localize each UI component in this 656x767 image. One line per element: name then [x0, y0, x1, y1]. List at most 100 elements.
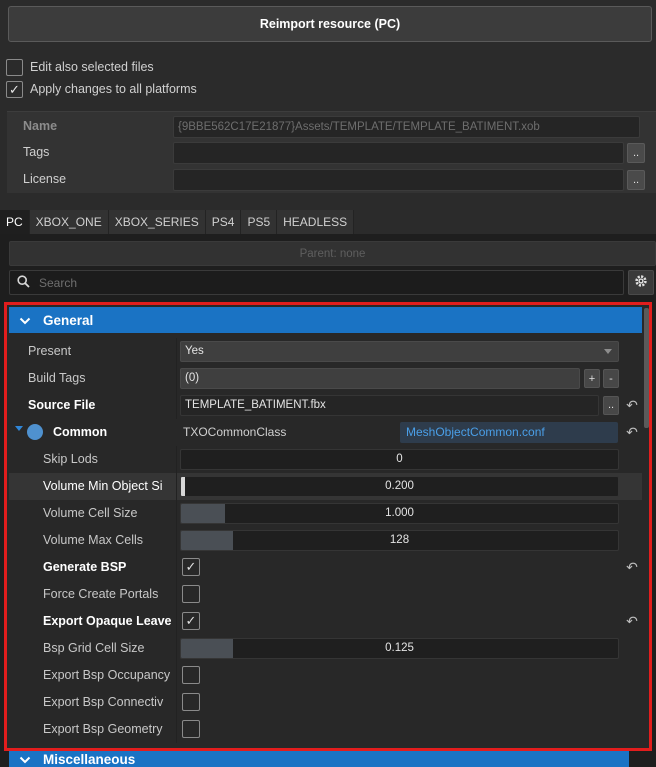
column-divider	[176, 689, 177, 716]
volume-max-value: 128	[389, 534, 410, 546]
column-divider	[176, 608, 177, 635]
general-section-header[interactable]: General	[9, 307, 642, 333]
tab-headless[interactable]: HEADLESS	[277, 210, 355, 234]
bsp-grid-slider[interactable]: 0.125	[180, 638, 619, 659]
bsp-geometry-checkbox[interactable]	[182, 720, 200, 738]
volume-min-label: Volume Min Object Si	[43, 479, 163, 493]
bsp-connectivity-row: Export Bsp Connectiv	[9, 689, 642, 716]
remove-tag-button[interactable]: -	[603, 369, 619, 388]
reset-icon[interactable]: ↶	[624, 397, 640, 413]
license-field[interactable]	[173, 169, 624, 191]
column-divider	[176, 473, 177, 500]
skip-lods-value: 0	[396, 453, 403, 465]
expand-caret-icon[interactable]	[15, 426, 23, 431]
generate-bsp-label: Generate BSP	[43, 560, 127, 574]
bsp-connectivity-label: Export Bsp Connectiv	[43, 695, 164, 709]
export-opaque-row: Export Opaque Leave ✓ ↶	[9, 608, 642, 635]
license-label: License	[23, 172, 67, 186]
parent-field: Parent: none	[9, 241, 656, 266]
tab-pc[interactable]: PC	[0, 210, 30, 234]
volume-cell-slider[interactable]: 1.000	[180, 503, 619, 524]
volume-max-slider[interactable]: 128	[180, 530, 619, 551]
column-divider	[176, 527, 177, 554]
apply-all-label: Apply changes to all platforms	[30, 82, 197, 96]
skip-lods-label: Skip Lods	[43, 452, 98, 466]
chevron-down-icon	[19, 752, 31, 767]
edit-selected-checkbox[interactable]	[6, 58, 23, 76]
tab-ps5[interactable]: PS5	[241, 210, 278, 234]
common-class-icon	[27, 424, 43, 440]
build-tags-row: Build Tags (0) + -	[9, 365, 642, 392]
edit-selected-label: Edit also selected files	[30, 60, 154, 74]
skip-lods-slider[interactable]: 0	[180, 449, 619, 470]
platform-tabs: PC XBOX_ONE XBOX_SERIES PS4 PS5 HEADLESS	[0, 210, 355, 234]
build-tags-field[interactable]: (0)	[180, 368, 580, 389]
tab-ps4[interactable]: PS4	[205, 210, 242, 234]
license-browse-button[interactable]: ..	[627, 170, 645, 190]
slider-fill	[181, 504, 225, 523]
tab-xbox-one[interactable]: XBOX_ONE	[29, 210, 109, 234]
tags-row: Tags ..	[7, 141, 656, 165]
edit-selected-option[interactable]: Edit also selected files	[6, 57, 154, 77]
name-row: Name {9BBE562C17E21877}Assets/TEMPLATE/T…	[7, 115, 656, 139]
search-box	[9, 270, 624, 295]
search-input[interactable]	[39, 275, 599, 290]
tab-xbox-series[interactable]: XBOX_SERIES	[108, 210, 206, 234]
column-divider	[176, 365, 177, 392]
reimport-button[interactable]: Reimport resource (PC)	[8, 6, 652, 42]
export-opaque-checkbox[interactable]: ✓	[182, 612, 200, 630]
gear-icon	[634, 274, 648, 291]
resource-meta: Name {9BBE562C17E21877}Assets/TEMPLATE/T…	[7, 111, 656, 193]
column-divider	[176, 662, 177, 689]
apply-all-option[interactable]: ✓ Apply changes to all platforms	[6, 79, 197, 99]
bsp-occupancy-checkbox[interactable]	[182, 666, 200, 684]
column-divider	[176, 338, 177, 365]
present-row: Present Yes	[9, 338, 642, 365]
reset-icon[interactable]: ↶	[624, 424, 640, 440]
name-label: Name	[23, 119, 58, 133]
source-file-row: Source File TEMPLATE_BATIMENT.fbx .. ↶	[9, 392, 642, 419]
add-tag-button[interactable]: +	[584, 369, 600, 388]
miscellaneous-section-header[interactable]: Miscellaneous	[9, 750, 629, 767]
generate-bsp-checkbox[interactable]: ✓	[182, 558, 200, 576]
column-divider	[176, 554, 177, 581]
dropdown-arrow-icon	[604, 349, 612, 354]
scrollbar-thumb[interactable]	[644, 308, 649, 428]
present-label: Present	[28, 344, 72, 358]
common-label: Common	[53, 425, 108, 439]
volume-min-row: Volume Min Object Si 0.200	[9, 473, 642, 500]
force-portals-row: Force Create Portals	[9, 581, 642, 608]
reimport-bar: Reimport resource (PC)	[0, 0, 656, 50]
volume-min-slider[interactable]: 0.200	[180, 476, 619, 497]
column-divider	[176, 635, 177, 662]
settings-button[interactable]	[628, 270, 654, 295]
volume-max-label: Volume Max Cells	[43, 533, 144, 547]
tags-field[interactable]	[173, 142, 624, 164]
generate-bsp-row: Generate BSP ✓ ↶	[9, 554, 642, 581]
properties-panel: General Present Yes Build Tags (0) + - S…	[6, 304, 652, 750]
common-class-name: TXOCommonClass	[183, 425, 287, 439]
common-config-link[interactable]: MeshObjectCommon.conf	[400, 422, 618, 443]
apply-all-checkbox[interactable]: ✓	[6, 80, 23, 98]
column-divider	[176, 446, 177, 473]
force-portals-checkbox[interactable]	[182, 585, 200, 603]
source-file-browse-button[interactable]: ..	[603, 396, 619, 415]
bsp-connectivity-checkbox[interactable]	[182, 693, 200, 711]
reset-icon[interactable]: ↶	[624, 559, 640, 575]
column-divider	[176, 392, 177, 419]
present-select[interactable]: Yes	[180, 341, 619, 362]
export-opaque-label: Export Opaque Leave	[43, 614, 171, 628]
name-field: {9BBE562C17E21877}Assets/TEMPLATE/TEMPLA…	[173, 116, 640, 138]
source-file-field[interactable]: TEMPLATE_BATIMENT.fbx	[180, 395, 599, 416]
volume-min-value: 0.200	[385, 480, 414, 492]
bsp-grid-label: Bsp Grid Cell Size	[43, 641, 145, 655]
source-file-label: Source File	[28, 398, 96, 412]
reset-icon[interactable]: ↶	[624, 613, 640, 629]
bsp-geometry-row: Export Bsp Geometry	[9, 716, 642, 743]
column-divider	[176, 581, 177, 608]
tags-browse-button[interactable]: ..	[627, 143, 645, 163]
slider-fill	[181, 531, 234, 550]
general-section-title: General	[43, 312, 94, 328]
column-divider	[176, 500, 177, 527]
bsp-grid-value: 0.125	[385, 642, 414, 654]
